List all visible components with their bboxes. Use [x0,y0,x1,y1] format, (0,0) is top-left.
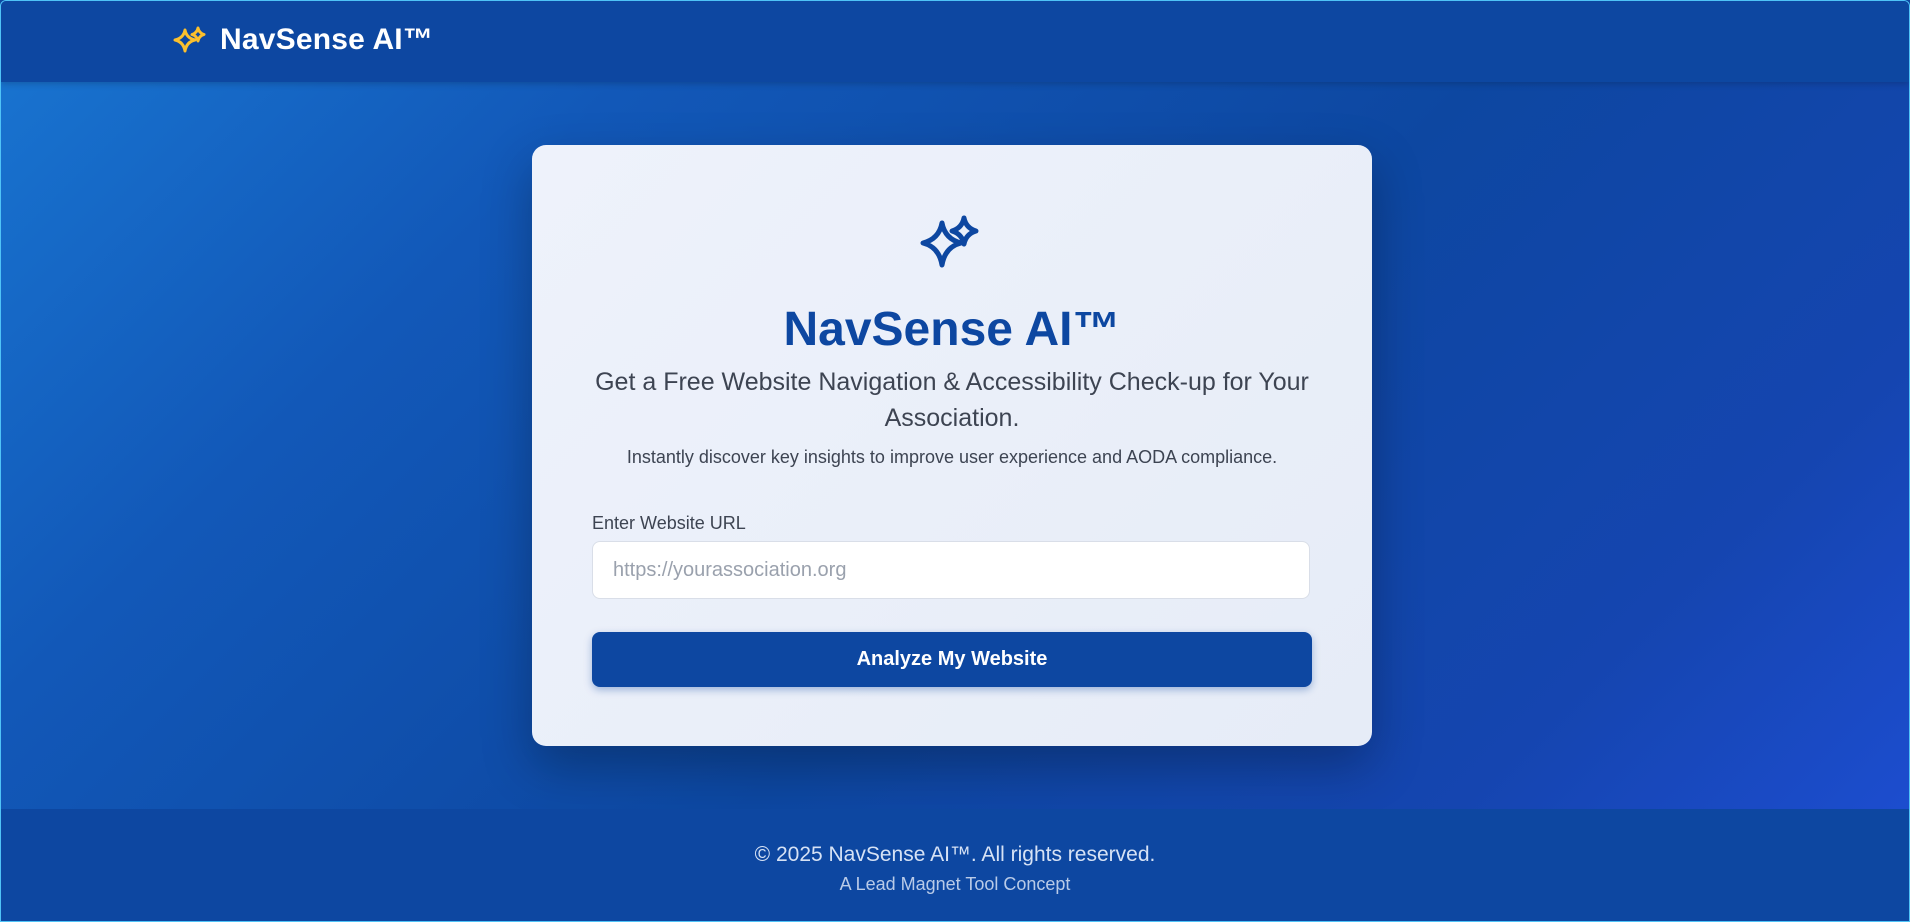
url-field-label: Enter Website URL [592,513,746,533]
page-description: Instantly discover key insights to impro… [626,447,1278,467]
page-subtitle: Get a Free Website Navigation & Accessib… [595,368,1309,432]
analysis-card: NavSense AI™ Get a Free Website Navigati… [532,145,1372,746]
footer-copyright: © 2025 NavSense AI™. All rights reserved… [754,843,1156,866]
brand-name: NavSense AI™ [220,23,434,56]
website-url-input[interactable] [592,541,1310,599]
page-title: NavSense AI™ [783,303,1121,356]
footer-tagline: A Lead Magnet Tool Concept [839,874,1071,894]
sparkles-icon [172,25,210,55]
page-footer: © 2025 NavSense AI™. All rights reserved… [1,809,1909,921]
analyze-website-button[interactable]: Analyze My Website [592,632,1312,687]
app-window: NavSense AI™ NavSense AI™ Get a Free Web… [0,0,1910,922]
sparkles-icon [912,215,992,275]
brand-logo[interactable]: NavSense AI™ [172,23,433,57]
top-navbar: NavSense AI™ [1,1,1909,82]
